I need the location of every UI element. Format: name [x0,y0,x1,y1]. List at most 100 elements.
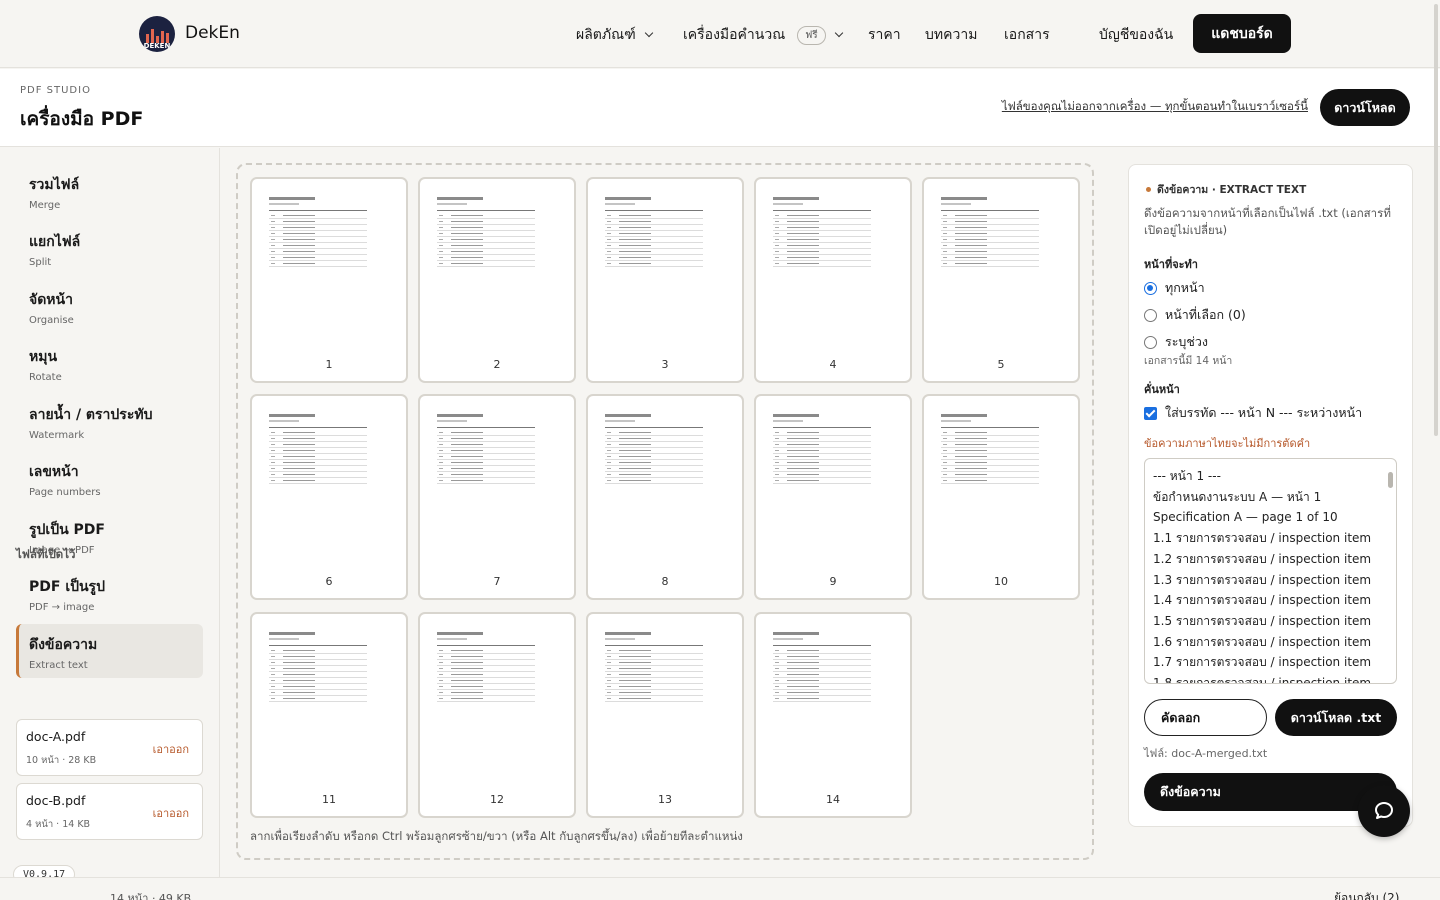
nav-pricing[interactable]: ราคา [868,24,901,46]
page-thumbnail[interactable]: 14 [754,612,912,818]
page-kicker: PDF STUDIO [20,85,91,96]
nav-docs[interactable]: เอกสาร [1004,24,1050,46]
tool-page-numbers[interactable]: เลขหน้า Page numbers [16,451,203,505]
page-preview [773,197,873,267]
accent-dot-icon [1146,187,1151,192]
page-preview [269,632,369,702]
page-thumbnail[interactable]: 10 [922,394,1080,600]
window-scrollbar[interactable] [1432,0,1440,900]
privacy-note-link[interactable]: ไฟล์ของคุณไม่ออกจากเครื่อง — ทุกขั้นตอนท… [1002,98,1308,116]
page-preview [773,632,873,702]
page-number: 12 [490,793,504,806]
file-name: doc-B.pdf [26,793,86,808]
radio-unchecked-icon [1144,308,1157,322]
page-thumbnail[interactable]: 8 [586,394,744,600]
brand-logo[interactable]: DEKEN [139,16,175,52]
status-bar: 14 หน้า · 49 KB ย้อนกลับ (2) [0,877,1440,900]
radio-range[interactable]: ระบุช่วง [1144,332,1208,352]
page-number: 8 [661,575,669,588]
separator-label: คั่นหน้า [1144,383,1180,396]
page-thumbnail[interactable]: 11 [250,612,408,818]
page-preview [773,414,873,484]
tool-pdf-to-image[interactable]: PDF เป็นรูป PDF → image [16,566,203,620]
tool-merge[interactable]: รวมไฟล์ Merge [16,164,203,218]
panel-description: ดึงข้อความจากหน้าที่เลือกเป็นไฟล์ .txt (… [1144,206,1391,238]
page-title: เครื่องมือ PDF [20,108,144,130]
thai-wordbreak-warning: ข้อความภาษาไทยจะไม่มีการตัดคำ [1144,437,1311,450]
page-thumbnail[interactable]: 9 [754,394,912,600]
page-thumbnail[interactable]: 5 [922,177,1080,383]
page-preview [437,197,537,267]
page-number: 13 [658,793,672,806]
nav-account[interactable]: บัญชีของฉัน [1099,24,1173,46]
radio-all-pages[interactable]: ทุกหน้า [1144,278,1205,298]
page-preview [941,197,1041,267]
file-meta: 4 หน้า · 14 KB [26,819,91,830]
extracted-text-output[interactable]: --- หน้า 1 --- ข้อกำหนดงานระบบ A — หน้า … [1144,458,1397,684]
download-txt-button[interactable]: ดาวน์โหลด .txt [1275,699,1397,736]
page-number: 4 [829,358,837,371]
page-preview [605,414,705,484]
chat-button[interactable] [1358,785,1410,837]
page-number: 3 [661,358,669,371]
page-preview [269,414,369,484]
page-number: 1 [325,358,333,371]
page-preview [605,197,705,267]
page-preview [437,414,537,484]
nav-calculators[interactable]: เครื่องมือคำนวณ ฟรี [683,24,843,46]
tool-extract-text[interactable]: ดึงข้อความ Extract text [16,624,203,678]
output-filename: ไฟล์: doc-A-merged.txt [1144,747,1268,760]
page-thumbnail[interactable]: 4 [754,177,912,383]
page-thumbnail[interactable]: 3 [586,177,744,383]
file-card[interactable]: doc-B.pdf 4 หน้า · 14 KB เอาออก [16,783,203,840]
page-number: 11 [322,793,336,806]
pages-label: หน้าที่จะทำ [1144,258,1198,271]
remove-file-button[interactable]: เอาออก [153,740,189,758]
tool-organise[interactable]: จัดหน้า Organise [16,279,203,333]
panel-title: ดึงข้อความ · EXTRACT TEXT [1146,181,1306,198]
page-number: 9 [829,575,837,588]
page-number: 6 [325,575,333,588]
reorder-hint: ลากเพื่อเรียงลำดับ หรือกด Ctrl พร้อมลูกศ… [250,829,743,843]
file-name: doc-A.pdf [26,729,86,744]
dashboard-button[interactable]: แดชบอร์ด [1193,14,1291,53]
page-thumbnail[interactable]: 7 [418,394,576,600]
page-preview [605,632,705,702]
doc-summary: 14 หน้า · 49 KB [110,892,192,900]
brand-name[interactable]: DekEn [185,23,240,43]
file-card[interactable]: doc-A.pdf 10 หน้า · 28 KB เอาออก [16,719,203,776]
page-preview [269,197,369,267]
page-number: 5 [997,358,1005,371]
separator-checkbox[interactable]: ใส่บรรทัด --- หน้า N --- ระหว่างหน้า [1144,403,1362,423]
undo-button[interactable]: ย้อนกลับ (2) [1334,889,1400,900]
chevron-down-icon [644,28,653,38]
nav-articles[interactable]: บทความ [925,24,977,46]
top-nav: DEKEN DekEn ผลิตภัณฑ์ เครื่องมือคำนวณ ฟรี… [0,0,1440,68]
remove-file-button[interactable]: เอาออก [153,804,189,822]
page-number: 10 [994,575,1008,588]
page-thumbnail[interactable]: 12 [418,612,576,818]
download-button[interactable]: ดาวน์โหลด [1320,89,1410,126]
copy-button[interactable]: คัดลอก [1144,699,1267,736]
file-meta: 10 หน้า · 28 KB [26,755,97,766]
tool-watermark[interactable]: ลายน้ำ / ตราประทับ Watermark [16,394,203,448]
page-thumbnail[interactable]: 13 [586,612,744,818]
page-number: 7 [493,575,501,588]
page-thumbnail[interactable]: 1 [250,177,408,383]
tool-rotate[interactable]: หมุน Rotate [16,336,203,390]
page-number: 14 [826,793,840,806]
page-thumbnail[interactable]: 2 [418,177,576,383]
page-header: PDF STUDIO เครื่องมือ PDF ไฟล์ของคุณไม่อ… [0,69,1440,147]
tool-split[interactable]: แยกไฟล์ Split [16,221,203,275]
page-preview [941,414,1041,484]
chat-bubble-icon [1375,802,1393,819]
chevron-down-icon [834,28,843,38]
textarea-scrollbar[interactable] [1388,464,1393,678]
checkbox-checked-icon [1144,406,1157,420]
opened-files-label: ไฟล์ที่เปิดไว้ [16,547,76,561]
nav-products[interactable]: ผลิตภัณฑ์ [576,24,653,46]
page-thumbnail[interactable]: 6 [250,394,408,600]
radio-selected-pages[interactable]: หน้าที่เลือก (0) [1144,305,1246,325]
page-preview [437,632,537,702]
free-badge: ฟรี [797,25,826,45]
